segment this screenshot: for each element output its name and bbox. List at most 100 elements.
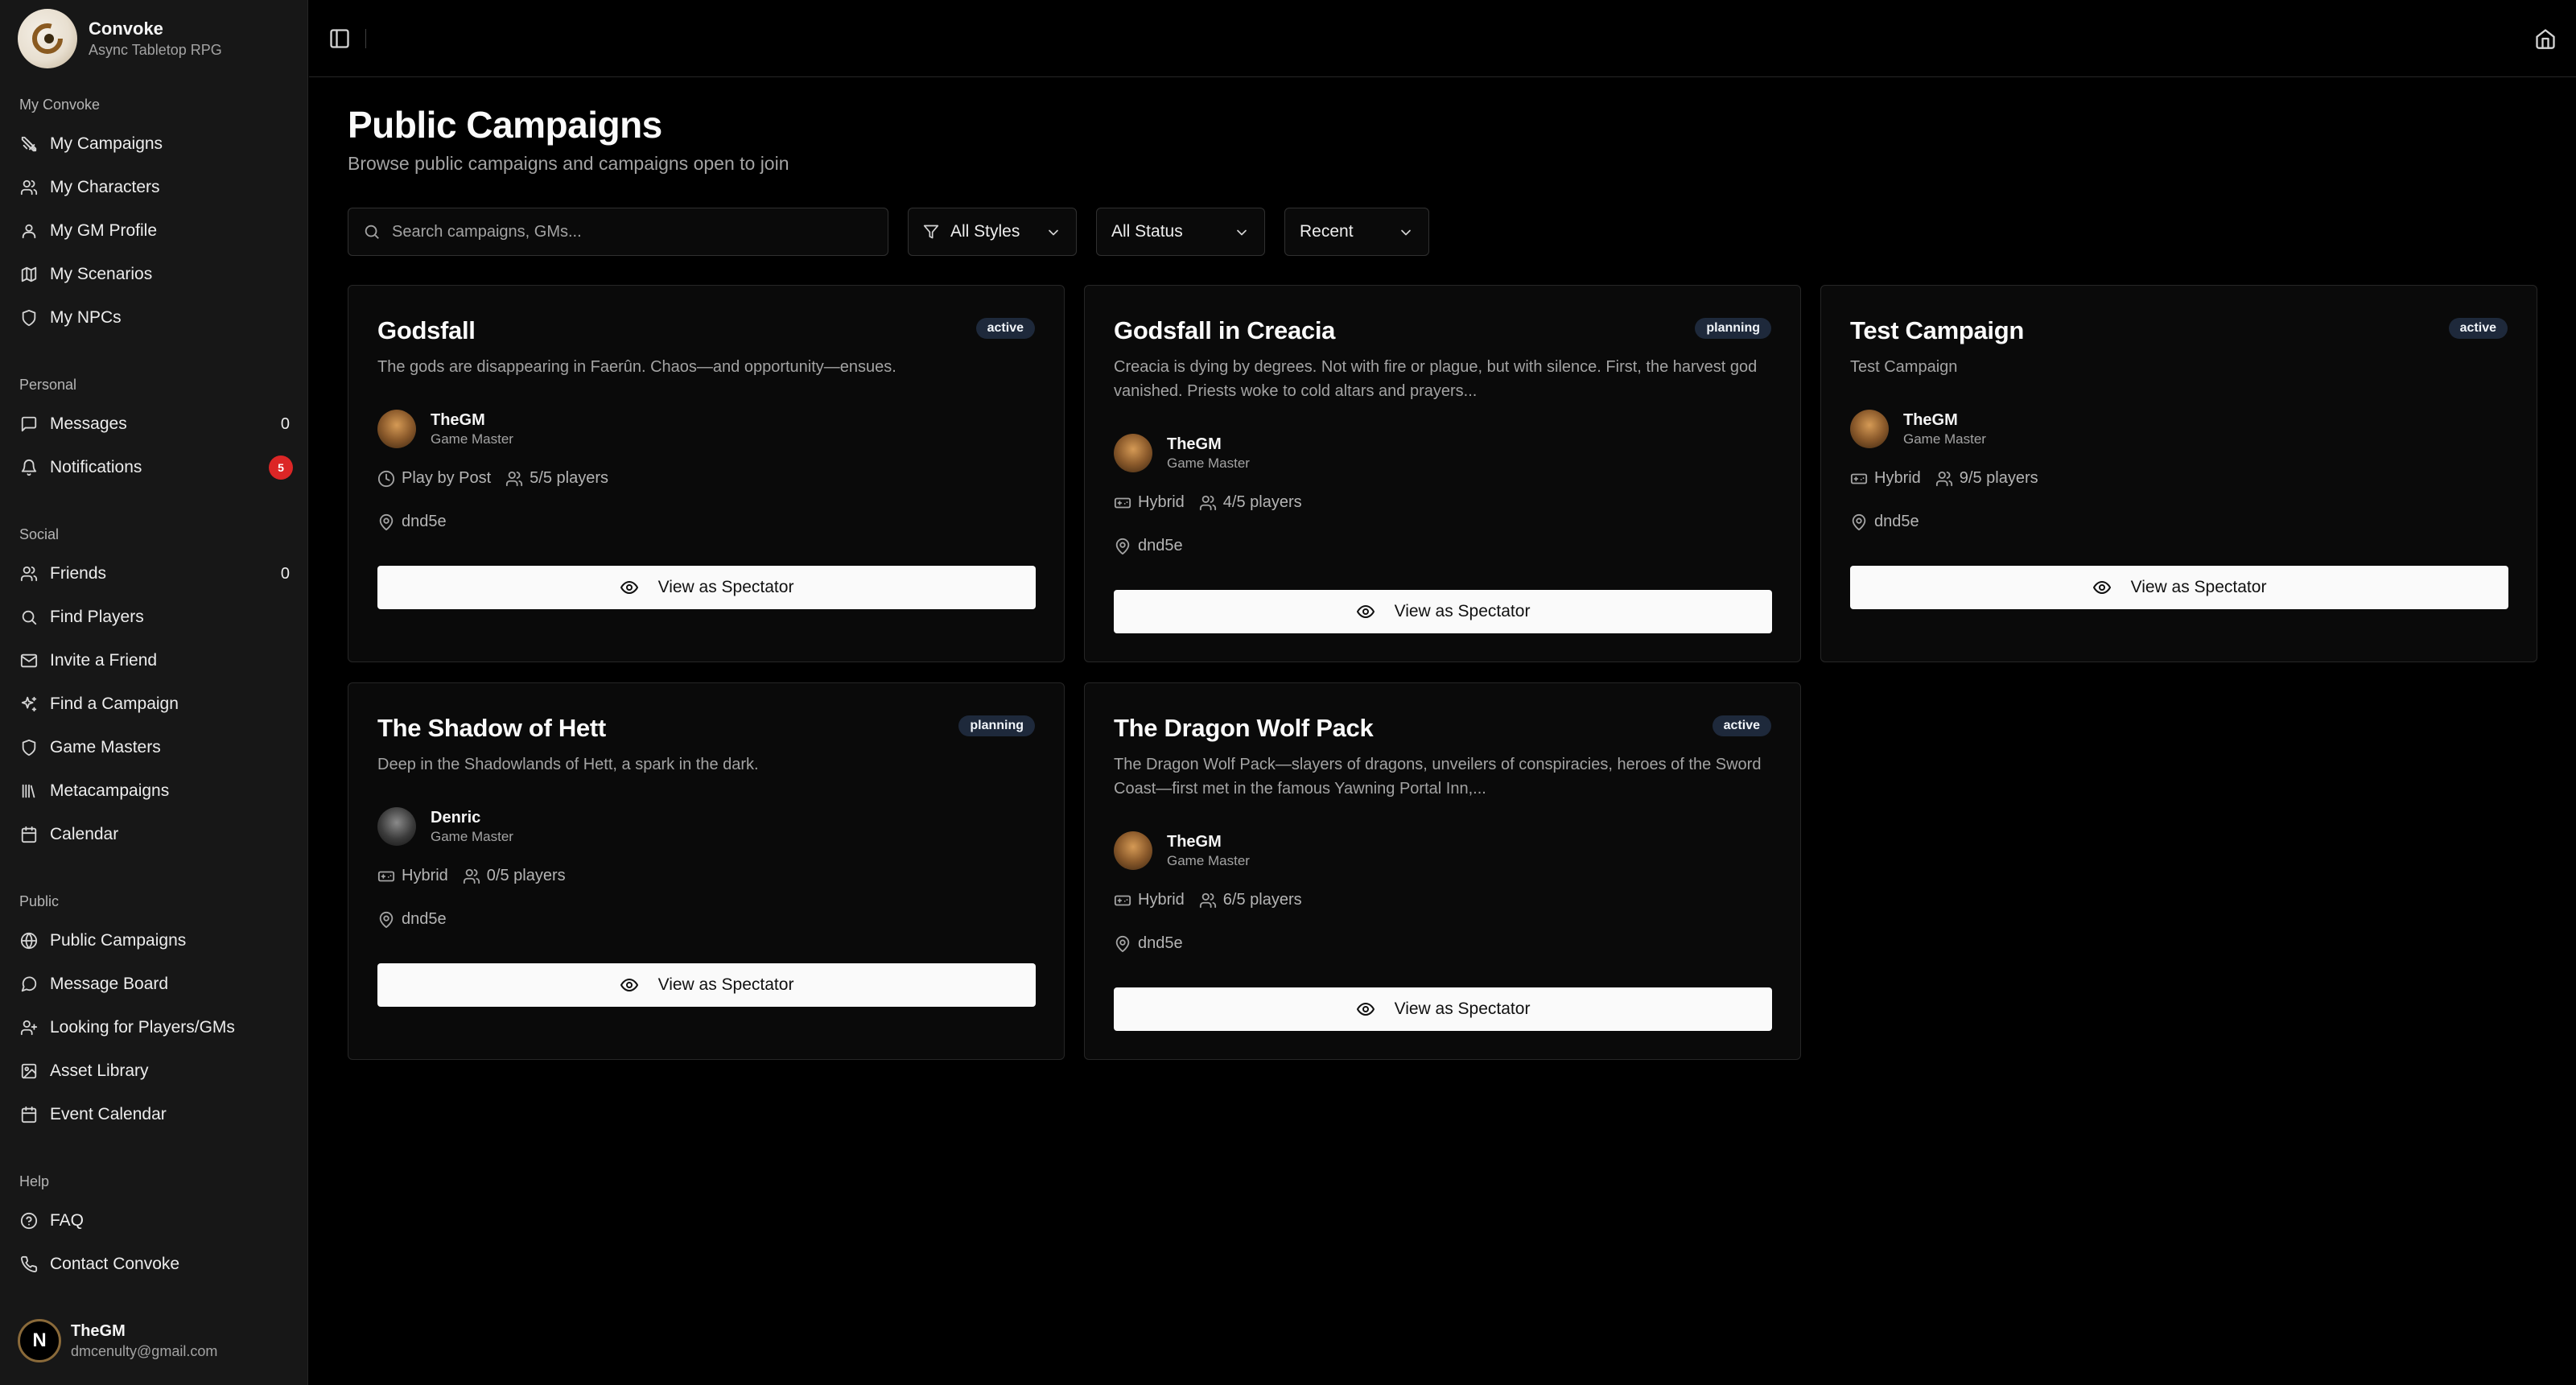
sidebar-item-my-gm-profile[interactable]: My GM Profile (19, 213, 293, 249)
sidebar-item-calendar[interactable]: Calendar (19, 817, 293, 852)
sidebar-item-friends[interactable]: Friends 0 (19, 556, 293, 592)
search-input[interactable] (392, 222, 859, 241)
campaign-title: Godsfall (377, 316, 476, 344)
sidebar-item-my-scenarios[interactable]: My Scenarios (19, 257, 293, 292)
sidebar-item-invite-a-friend[interactable]: Invite a Friend (19, 643, 293, 678)
gm-role: Game Master (1167, 455, 1250, 471)
bell-icon (19, 458, 39, 477)
campaign-system: dnd5e (1114, 537, 1183, 555)
group-label-help: Help (19, 1173, 50, 1189)
help-icon (19, 1211, 39, 1230)
eye-icon (1356, 1003, 1375, 1016)
sidebar-item-messages[interactable]: Messages 0 (19, 406, 293, 442)
sidebar-item-label: My GM Profile (50, 221, 158, 240)
shield-icon (19, 308, 39, 328)
sidebar-item-my-campaigns[interactable]: My Campaigns (19, 126, 293, 162)
gm-info[interactable]: TheGM Game Master (1850, 406, 1986, 451)
sidebar-item-find-a-campaign[interactable]: Find a Campaign (19, 686, 293, 722)
gm-avatar (377, 410, 416, 448)
gm-avatar (377, 807, 416, 846)
group-label-social: Social (19, 526, 60, 542)
sidebar-item-label: Message Board (50, 975, 169, 993)
sidebar-toggle-icon[interactable] (328, 27, 351, 50)
users-icon (1935, 471, 1952, 486)
gm-avatar (1114, 831, 1152, 870)
sidebar-item-asset-library[interactable]: Asset Library (19, 1053, 293, 1089)
brand[interactable]: Convoke Async Tabletop RPG (18, 8, 222, 69)
phone-icon (19, 1255, 39, 1274)
view-as-spectator-button[interactable]: View as Spectator (1114, 590, 1772, 633)
button-label: View as Spectator (1394, 602, 1531, 620)
gm-name: Denric (431, 809, 481, 826)
gamepad-icon (1114, 497, 1131, 508)
user-plus-icon (19, 1018, 39, 1037)
sidebar-item-notifications[interactable]: Notifications 5 (19, 450, 293, 485)
status-badge: planning (1695, 318, 1771, 339)
sidebar-item-my-npcs[interactable]: My NPCs (19, 300, 293, 336)
sidebar-item-label: Notifications (50, 458, 142, 476)
gm-role: Game Master (431, 829, 513, 844)
status-filter-select[interactable]: All Status (1096, 208, 1265, 256)
view-as-spectator-button[interactable]: View as Spectator (377, 566, 1036, 609)
gm-role: Game Master (1167, 853, 1250, 868)
player-count: 0/5 players (486, 867, 566, 884)
users-icon (19, 564, 39, 583)
sort-select[interactable]: Recent (1284, 208, 1429, 256)
campaign-system: dnd5e (377, 910, 447, 929)
gm-name: TheGM (1167, 833, 1222, 851)
view-as-spectator-button[interactable]: View as Spectator (1850, 566, 2508, 609)
button-label: View as Spectator (657, 578, 794, 596)
map-pin-icon (1115, 935, 1130, 952)
campaign-title: The Dragon Wolf Pack (1114, 714, 1374, 742)
campaign-title: The Shadow of Hett (377, 714, 606, 742)
campaign-card[interactable]: The Shadow of Hett planning Deep in the … (348, 682, 1065, 1060)
player-count: 5/5 players (530, 469, 609, 487)
sidebar-item-find-players[interactable]: Find Players (19, 600, 293, 635)
sidebar-item-event-calendar[interactable]: Event Calendar (19, 1097, 293, 1132)
sidebar-item-contact-convoke[interactable]: Contact Convoke (19, 1247, 293, 1282)
brand-subtitle: Async Tabletop RPG (89, 42, 222, 58)
campaign-description: The Dragon Wolf Pack—slayers of dragons,… (1114, 756, 1762, 798)
calendar-icon (19, 1105, 39, 1124)
page-subtitle: Browse public campaigns and campaigns op… (348, 153, 789, 174)
gm-info[interactable]: TheGM Game Master (1114, 828, 1250, 873)
campaign-card[interactable]: Godsfall active The gods are disappearin… (348, 285, 1065, 662)
gm-info[interactable]: TheGM Game Master (377, 406, 513, 451)
sidebar-item-label: My Characters (50, 178, 160, 196)
campaign-card[interactable]: Test Campaign active Test Campaign TheGM… (1820, 285, 2537, 662)
player-count: 4/5 players (1222, 493, 1302, 511)
user-menu[interactable]: N TheGM dmcenulty@gmail.com (18, 1317, 217, 1365)
sidebar-item-metacampaigns[interactable]: Metacampaigns (19, 773, 293, 809)
map-pin-icon (1115, 538, 1130, 554)
sidebar-item-message-board[interactable]: Message Board (19, 967, 293, 1002)
home-icon[interactable] (2534, 27, 2557, 50)
play-mode: Hybrid (1138, 493, 1185, 511)
campaign-title: Godsfall in Creacia (1114, 316, 1336, 344)
search-box[interactable] (348, 208, 888, 256)
sidebar-item-faq[interactable]: FAQ (19, 1203, 293, 1239)
game-system: dnd5e (1138, 934, 1183, 952)
calendar-icon (19, 825, 39, 844)
view-as-spectator-button[interactable]: View as Spectator (1114, 987, 1772, 1031)
view-as-spectator-button[interactable]: View as Spectator (377, 963, 1036, 1007)
messages-count: 0 (280, 414, 290, 433)
gamepad-icon (377, 871, 395, 881)
button-label: View as Spectator (657, 975, 794, 994)
game-system: dnd5e (1138, 537, 1183, 554)
button-label: View as Spectator (2130, 578, 2267, 596)
sidebar-item-looking-for-players[interactable]: Looking for Players/GMs (19, 1010, 293, 1045)
chevron-down-icon (1401, 229, 1411, 236)
style-filter-select[interactable]: All Styles (908, 208, 1077, 256)
sidebar-item-my-characters[interactable]: My Characters (19, 170, 293, 205)
chevron-down-icon (1237, 229, 1247, 236)
campaign-card[interactable]: The Dragon Wolf Pack active The Dragon W… (1084, 682, 1801, 1060)
sidebar-item-label: Find a Campaign (50, 695, 179, 713)
library-icon (19, 781, 39, 801)
sidebar-item-public-campaigns[interactable]: Public Campaigns (19, 923, 293, 958)
gm-info[interactable]: TheGM Game Master (1114, 431, 1250, 476)
campaign-meta: Hybrid 6/5 players (1114, 891, 1302, 909)
sidebar-item-game-masters[interactable]: Game Masters (19, 730, 293, 765)
campaign-card[interactable]: Godsfall in Creacia planning Creacia is … (1084, 285, 1801, 662)
gm-info[interactable]: Denric Game Master (377, 804, 513, 849)
users-icon (1199, 495, 1216, 510)
